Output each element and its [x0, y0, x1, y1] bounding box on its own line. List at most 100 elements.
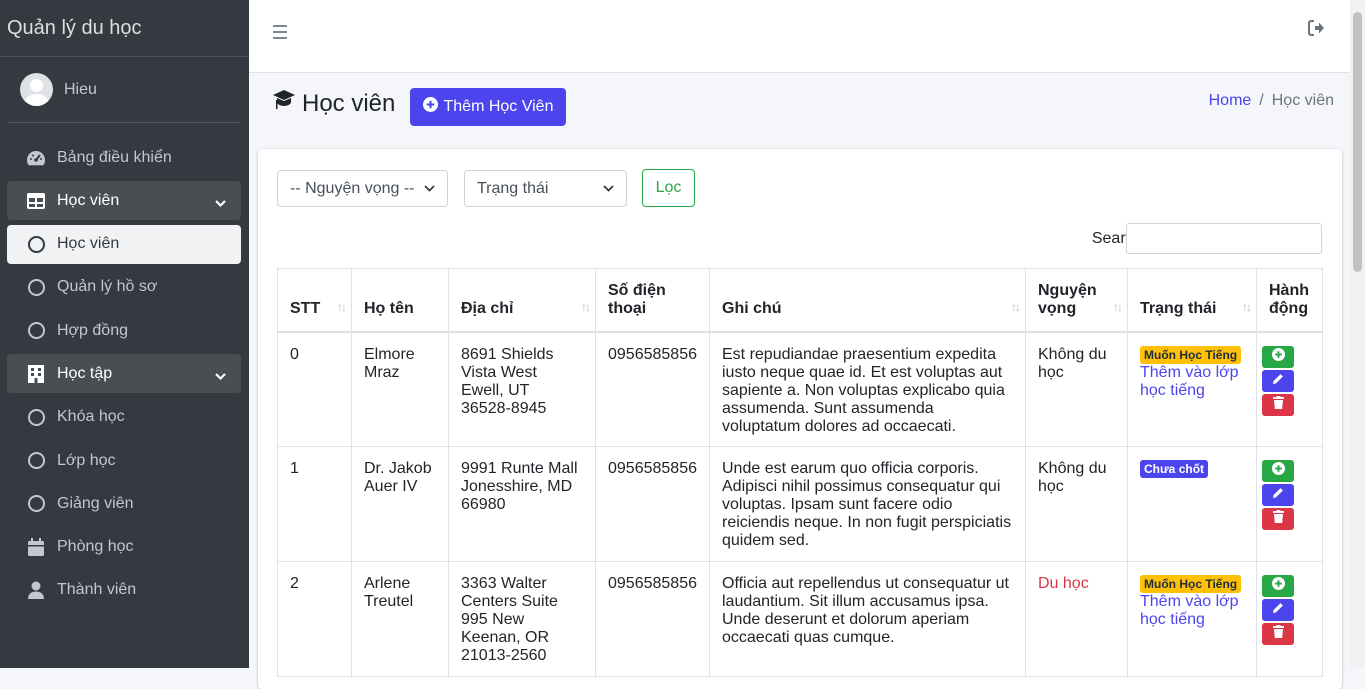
- aspiration-select[interactable]: -- Nguyện vọng --: [277, 170, 448, 207]
- trash-icon: [1272, 625, 1284, 643]
- table-icon: [26, 191, 46, 211]
- edit-button[interactable]: [1262, 369, 1294, 392]
- table-row: 2 Arlene Treutel 3363 Walter Centers Sui…: [277, 561, 1323, 677]
- add-button[interactable]: [1262, 345, 1294, 368]
- table-row: 1 Dr. Jakob Auer IV 9991 Runte Mall Jone…: [277, 446, 1323, 562]
- sidebar-nav: Bảng điều khiển Học viên Học viên Quản l…: [0, 123, 249, 610]
- column-header-status[interactable]: Trạng thái ↑↓: [1127, 268, 1257, 333]
- status-badge: Muốn Học Tiếng: [1140, 345, 1242, 364]
- plus-circle-icon: [1271, 347, 1285, 366]
- sidebar-item-teachers[interactable]: Giảng viên: [7, 484, 241, 523]
- sidebar-item-label: Lớp học: [57, 451, 116, 469]
- user-name: Hieu: [64, 80, 97, 98]
- add-student-label: Thêm Học Viên: [443, 98, 554, 115]
- column-header-actions: Hành động: [1256, 268, 1323, 333]
- sort-icon: ↑↓: [337, 299, 347, 314]
- add-student-button[interactable]: Thêm Học Viên: [410, 88, 566, 126]
- breadcrumb-current: Học viên: [1271, 92, 1334, 109]
- cell-name: Elmore Mraz: [351, 331, 449, 447]
- sidebar-item-dashboard[interactable]: Bảng điều khiển: [7, 138, 241, 177]
- column-header-note[interactable]: Ghi chú ↑↓: [709, 268, 1026, 333]
- breadcrumb-home[interactable]: Home: [1209, 92, 1252, 109]
- sidebar-item-label: Hợp đồng: [57, 321, 128, 339]
- cell-name: Dr. Jakob Auer IV: [351, 446, 449, 562]
- sidebar-item-members[interactable]: Thành viên: [7, 571, 241, 610]
- plus-circle-icon: [1271, 577, 1285, 595]
- status-badge: Muốn Học Tiếng: [1140, 575, 1242, 593]
- circle-icon: [26, 277, 46, 297]
- trash-icon: [1272, 395, 1284, 414]
- add-button[interactable]: [1262, 575, 1294, 597]
- cell-address: 3363 Walter Centers Suite 995 New Keenan…: [448, 561, 596, 677]
- column-header-phone[interactable]: Số điện thoại: [595, 268, 710, 333]
- cell-status: Muốn Học Tiếng Thêm vào lớp học tiếng: [1127, 331, 1257, 447]
- cell-address: 9991 Runte Mall Jonesshire, MD 66980: [448, 446, 596, 562]
- sidebar-item-students-group[interactable]: Học viên: [7, 181, 241, 221]
- column-header-address[interactable]: Địa chỉ ↑↓: [448, 268, 596, 333]
- delete-button[interactable]: [1262, 393, 1294, 416]
- chevron-down-icon: [215, 195, 226, 213]
- brand-title[interactable]: Quản lý du học: [0, 0, 249, 57]
- cell-actions: [1256, 446, 1323, 562]
- plus-circle-icon: [422, 97, 438, 117]
- pencil-icon: [1272, 372, 1284, 390]
- status-select[interactable]: Trạng thái: [464, 170, 627, 207]
- sort-icon: ↑↓: [1011, 299, 1021, 314]
- building-icon: [26, 364, 46, 384]
- edit-button[interactable]: [1262, 484, 1294, 506]
- cell-address: 8691 Shields Vista West Ewell, UT 36528-…: [448, 331, 596, 447]
- add-to-language-class-link[interactable]: Thêm vào lớp học tiếng: [1140, 593, 1239, 628]
- page-scrollbar[interactable]: [1350, 0, 1365, 668]
- page-title: Học viên: [272, 88, 395, 119]
- chevron-down-icon: [215, 368, 226, 386]
- column-header-stt[interactable]: STT ↑↓: [277, 268, 352, 333]
- chevron-down-icon: [424, 180, 435, 198]
- add-button[interactable]: [1262, 460, 1294, 482]
- cell-stt: 1: [277, 446, 352, 562]
- search-input[interactable]: [1126, 223, 1322, 254]
- cell-stt: 0: [277, 331, 352, 447]
- status-badge: Chưa chốt: [1140, 460, 1209, 478]
- sidebar-item-contracts[interactable]: Hợp đồng: [7, 311, 241, 350]
- sidebar-item-label: Học tập: [57, 364, 113, 382]
- sidebar-item-records[interactable]: Quản lý hồ sơ: [7, 268, 241, 307]
- sidebar-item-label: Quản lý hồ sơ: [57, 278, 158, 296]
- gauge-icon: [26, 148, 46, 168]
- sidebar-item-label: Thành viên: [57, 581, 137, 599]
- sidebar-item-label: Bảng điều khiển: [57, 148, 172, 166]
- filter-button[interactable]: Lọc: [642, 169, 695, 207]
- sidebar-item-label: Học viên: [57, 235, 120, 253]
- students-card: -- Nguyện vọng -- Trạng thái Lọc Search:…: [258, 149, 1342, 689]
- delete-button[interactable]: [1262, 508, 1294, 530]
- user-panel[interactable]: Hieu: [8, 57, 241, 123]
- circle-icon: [26, 451, 46, 471]
- cell-aspiration: Không du học: [1025, 331, 1128, 447]
- edit-button[interactable]: [1262, 599, 1294, 621]
- sidebar-item-rooms[interactable]: Phòng học: [7, 528, 241, 567]
- calendar-icon: [26, 537, 46, 557]
- sidebar-item-classes[interactable]: Lớp học: [7, 441, 241, 480]
- cell-status: Muốn Học Tiếng Thêm vào lớp học tiếng: [1127, 561, 1257, 677]
- circle-icon: [26, 234, 46, 254]
- cell-stt: 2: [277, 561, 352, 677]
- avatar: [20, 73, 53, 106]
- plus-circle-icon: [1271, 462, 1285, 480]
- status-select-value: Trạng thái: [477, 179, 549, 197]
- cell-note: Est repudiandae praesentium expedita ius…: [709, 331, 1026, 447]
- column-header-aspiration[interactable]: Nguyện vọng ↑↓: [1025, 268, 1128, 333]
- sidebar-item-label: Khóa học: [57, 408, 125, 426]
- add-to-language-class-link[interactable]: Thêm vào lớp học tiếng: [1140, 364, 1239, 399]
- delete-button[interactable]: [1262, 623, 1294, 645]
- logout-icon[interactable]: [1308, 20, 1325, 41]
- sidebar-item-students[interactable]: Học viên: [7, 224, 241, 264]
- circle-icon: [26, 494, 46, 514]
- column-header-name[interactable]: Họ tên: [351, 268, 449, 333]
- menu-toggle-icon[interactable]: [273, 25, 287, 43]
- sidebar-item-study-group[interactable]: Học tập: [7, 354, 241, 394]
- cell-phone: 0956585856: [595, 446, 710, 562]
- circle-icon: [26, 321, 46, 341]
- circle-icon: [26, 407, 46, 427]
- cell-phone: 0956585856: [595, 561, 710, 677]
- sidebar-item-courses[interactable]: Khóa học: [7, 398, 241, 437]
- cell-actions: [1256, 561, 1323, 677]
